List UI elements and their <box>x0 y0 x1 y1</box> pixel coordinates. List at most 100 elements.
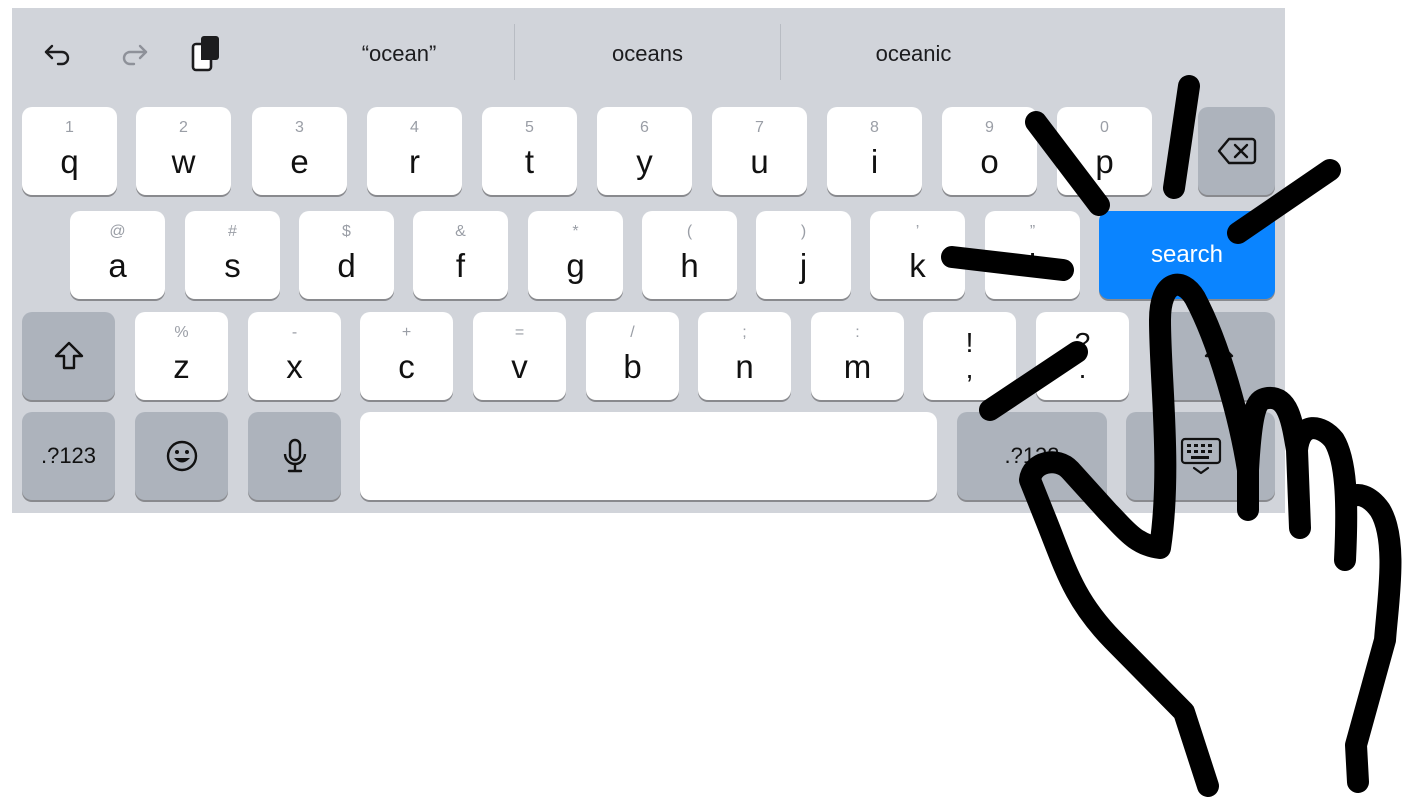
key-g[interactable]: * g <box>528 211 623 299</box>
key-hint: ’ <box>915 223 920 240</box>
paste-button[interactable] <box>184 32 228 76</box>
key-s[interactable]: # s <box>185 211 280 299</box>
key-hint: # <box>228 223 237 240</box>
key-t[interactable]: 5t <box>482 107 577 195</box>
key-hint: 5 <box>525 119 534 136</box>
key-d[interactable]: $ d <box>299 211 394 299</box>
key-label: i <box>870 143 879 180</box>
emoji-key-content <box>135 412 228 500</box>
key-b[interactable]: / b <box>586 312 679 400</box>
suggestion-1[interactable]: “ocean” <box>284 34 514 74</box>
key-hint: 3 <box>295 119 304 136</box>
numbers-key-left[interactable]: .?123 <box>22 412 115 500</box>
key-label: u <box>750 143 769 180</box>
key-hint: @ <box>109 223 126 240</box>
key-hint: ( <box>686 223 693 240</box>
key-v[interactable]: = v <box>473 312 566 400</box>
key-label: s <box>224 247 241 284</box>
key-m[interactable]: :m <box>811 312 904 400</box>
key-q[interactable]: 1q <box>22 107 117 195</box>
key-label: w <box>171 143 196 180</box>
key-c[interactable]: + c <box>360 312 453 400</box>
key-label: q <box>60 143 79 180</box>
key-label: c <box>398 348 415 385</box>
key-j[interactable]: ) j <box>756 211 851 299</box>
key-label: !, <box>923 329 1016 384</box>
key-e[interactable]: 3e <box>252 107 347 195</box>
key-label: f <box>455 247 466 284</box>
key-label: b <box>623 348 642 385</box>
redo-button[interactable] <box>112 32 156 76</box>
key-label: m <box>843 348 872 385</box>
key-label: n <box>735 348 754 385</box>
key-i[interactable]: 8i <box>827 107 922 195</box>
undo-arrow-icon <box>44 44 70 66</box>
key-w[interactable]: 2w <box>136 107 231 195</box>
key-label: o <box>980 143 999 180</box>
microphone-icon <box>283 438 306 473</box>
key-hint: ; <box>742 324 747 341</box>
key-label: t <box>524 143 535 180</box>
key-hint: % <box>174 324 189 341</box>
key-o[interactable]: 9o <box>942 107 1037 195</box>
dismiss-keyboard-key[interactable] <box>1126 412 1275 500</box>
key-hint: 0 <box>1100 119 1109 136</box>
key-hint: 4 <box>410 119 419 136</box>
key-p[interactable]: 0p <box>1057 107 1152 195</box>
key-h[interactable]: (h <box>642 211 737 299</box>
key-hint: ” <box>1029 223 1036 240</box>
key-label: l <box>1028 247 1037 284</box>
key-label: v <box>511 348 528 385</box>
key-label: ?. <box>1036 329 1129 384</box>
key-exclamation[interactable]: !, <box>923 312 1016 400</box>
shift-key-content <box>1162 312 1275 400</box>
key-hint: + <box>401 324 412 341</box>
key-bottom-char: . <box>1078 353 1087 384</box>
key-r[interactable]: 4r <box>367 107 462 195</box>
numbers-key-label: .?123 <box>1004 443 1060 468</box>
emoji-face-icon <box>166 440 197 472</box>
key-label: a <box>108 247 127 284</box>
key-x[interactable]: -x <box>248 312 341 400</box>
key-label: j <box>799 247 808 284</box>
key-hint: 6 <box>640 119 649 136</box>
space-bar[interactable] <box>360 412 937 500</box>
delete-key[interactable] <box>1198 107 1275 195</box>
key-hint: 8 <box>870 119 879 136</box>
key-n[interactable]: ; n <box>698 312 791 400</box>
clipboard-icon <box>191 36 219 72</box>
key-bottom-char: , <box>965 353 974 384</box>
backspace-icon <box>1217 137 1256 165</box>
key-a[interactable]: @ a <box>70 211 165 299</box>
search-key[interactable]: search <box>1099 211 1275 299</box>
key-l[interactable]: ” l <box>985 211 1080 299</box>
key-question[interactable]: ?. <box>1036 312 1129 400</box>
search-key-label: search <box>1150 241 1224 268</box>
shortcut-bar: “ocean” oceans oceanic <box>12 8 1285 96</box>
key-hint: / <box>630 324 635 341</box>
shift-key-right[interactable] <box>1162 312 1275 400</box>
keyboard-dismiss-icon <box>1180 437 1221 475</box>
numbers-key-right[interactable]: .?123 <box>957 412 1107 500</box>
dictation-key[interactable] <box>248 412 341 500</box>
key-label: r <box>409 143 420 180</box>
key-f[interactable]: & f <box>413 211 508 299</box>
keyboard: “ocean” oceans oceanic 1q 2w 3e 4r 5t 6y… <box>12 8 1285 513</box>
key-hint: 9 <box>985 119 994 136</box>
dictation-key-content <box>248 412 341 500</box>
suggestion-2[interactable]: oceans <box>515 34 780 74</box>
shift-arrow-icon <box>54 341 83 370</box>
key-hint: 2 <box>179 119 188 136</box>
key-label: x <box>286 348 303 385</box>
key-hint: 1 <box>65 119 74 136</box>
key-y[interactable]: 6y <box>597 107 692 195</box>
emoji-key[interactable] <box>135 412 228 500</box>
key-k[interactable]: ’ k <box>870 211 965 299</box>
key-u[interactable]: 7u <box>712 107 807 195</box>
key-hint: ) <box>800 223 807 240</box>
shift-key-left[interactable] <box>22 312 115 400</box>
undo-button[interactable] <box>36 32 80 76</box>
key-hint: & <box>455 223 466 240</box>
suggestion-3[interactable]: oceanic <box>781 34 1046 74</box>
key-z[interactable]: % z <box>135 312 228 400</box>
